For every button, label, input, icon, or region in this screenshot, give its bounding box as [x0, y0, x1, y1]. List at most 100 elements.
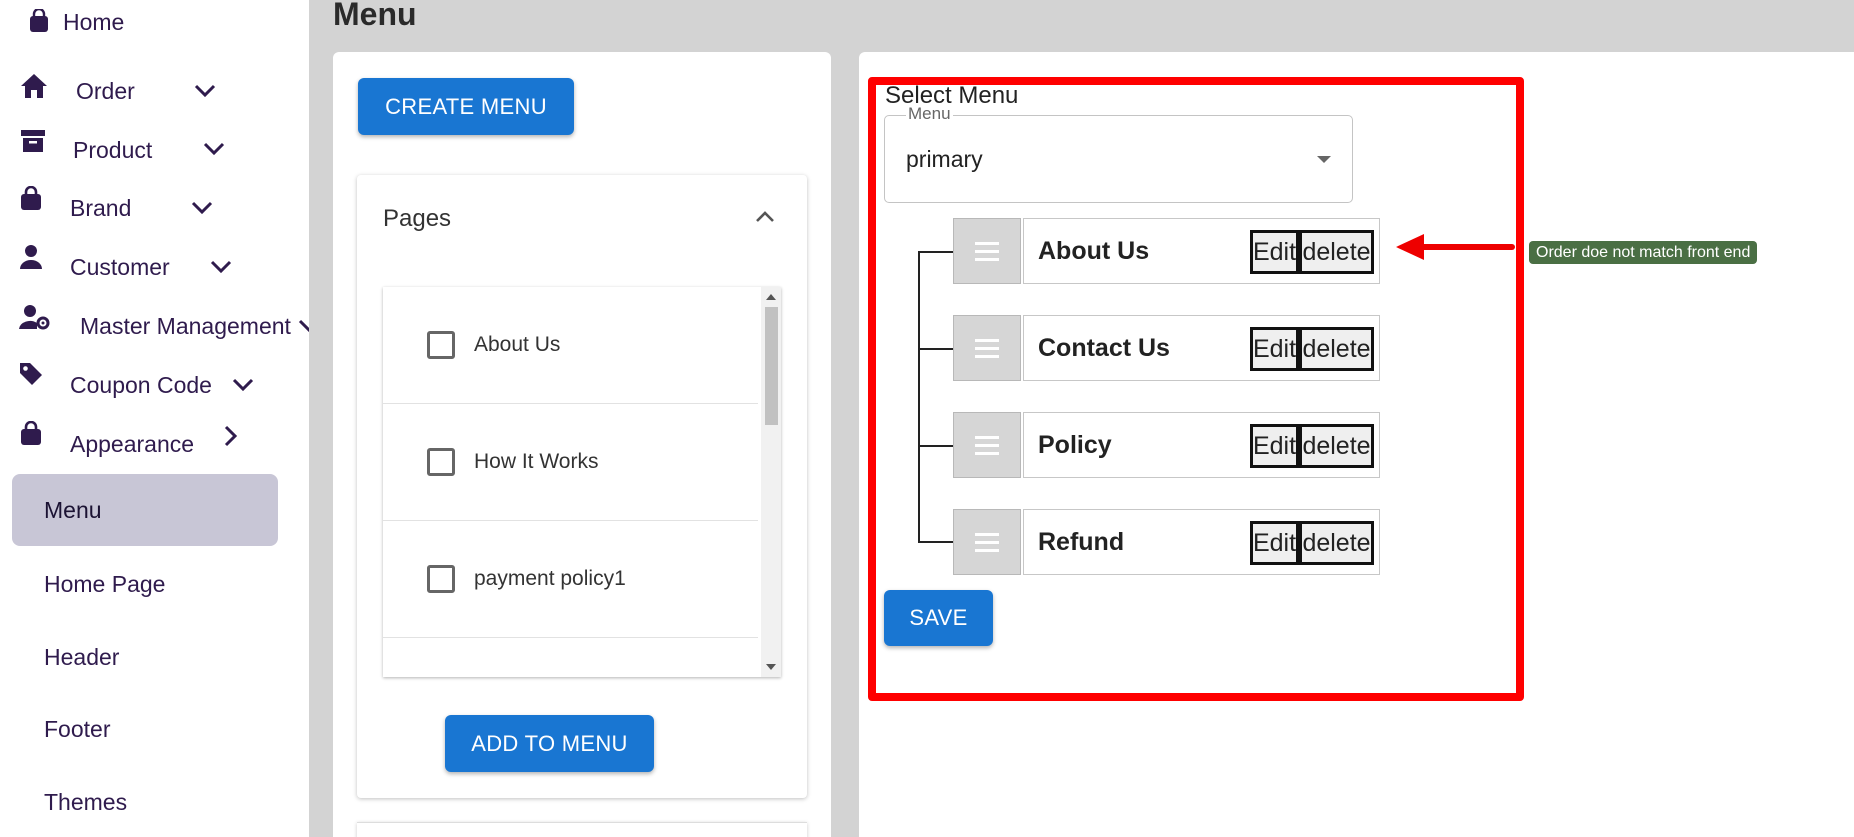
sidebar-item-customer[interactable]: Customer: [0, 245, 260, 285]
annotation-note: Order doe not match front end: [1529, 241, 1758, 264]
chevron-down-icon[interactable]: [208, 253, 234, 279]
delete-button[interactable]: delete: [1299, 230, 1374, 274]
sidebar-item-label: Order: [76, 78, 135, 104]
delete-button[interactable]: delete: [1299, 327, 1374, 371]
menu-item-name: About Us: [1038, 237, 1150, 265]
sidebar-subitem-themes[interactable]: Themes: [12, 766, 278, 837]
sidebar-item-label: Appearance: [70, 431, 195, 457]
sidebar-item-label: Customer: [70, 254, 170, 280]
tree-connector: [918, 251, 920, 543]
menu-item-name: Contact Us: [1038, 334, 1170, 362]
drag-handle-icon[interactable]: [953, 412, 1021, 478]
edit-button[interactable]: Edit: [1250, 521, 1299, 565]
menu-select-legend: Menu: [906, 104, 953, 124]
sidebar-subitem-label: Footer: [44, 715, 111, 742]
page-checkbox[interactable]: [427, 565, 455, 593]
shopping-bag-icon: [14, 417, 48, 451]
drag-handle-icon[interactable]: [953, 218, 1021, 284]
pages-card: CREATE MENU Pages About Us How It Works …: [333, 52, 831, 837]
sidebar-item-label: Brand: [70, 195, 132, 221]
user-gear-icon: [18, 300, 52, 334]
menu-select-value[interactable]: primary: [906, 146, 983, 173]
menu-item-name: Policy: [1038, 431, 1112, 459]
menu-item-body: Refund Edit delete: [1023, 509, 1380, 575]
pages-list: About Us How It Works payment policy1: [383, 287, 781, 677]
menu-tree-item: Contact Us Edit delete: [953, 315, 1380, 381]
list-item: payment policy1: [383, 521, 758, 638]
delete-button[interactable]: delete: [1299, 521, 1374, 565]
page-checkbox[interactable]: [427, 448, 455, 476]
chevron-down-icon[interactable]: [189, 194, 215, 220]
tree-connector: [918, 251, 954, 253]
page-label: About Us: [474, 333, 561, 356]
save-button[interactable]: SAVE: [884, 590, 993, 646]
tree-connector: [918, 348, 954, 350]
archive-icon: [16, 124, 50, 158]
chevron-down-icon[interactable]: [296, 312, 309, 338]
chevron-down-icon[interactable]: [230, 371, 256, 397]
shopping-bag-icon: [22, 4, 56, 38]
collapsed-accordion[interactable]: [357, 822, 807, 837]
sidebar-item-home[interactable]: Home: [0, 1, 260, 41]
scroll-down-arrow-icon[interactable]: [766, 664, 776, 670]
sidebar-item-order[interactable]: Order: [0, 69, 260, 109]
sidebar-item-label: Master Management: [80, 313, 291, 339]
pages-list-scrollbar[interactable]: [761, 287, 781, 677]
tag-icon: [14, 357, 48, 391]
edit-button[interactable]: Edit: [1250, 327, 1299, 371]
sidebar-subitem-label: Menu: [44, 496, 102, 523]
home-icon: [17, 69, 51, 103]
drag-handle-icon[interactable]: [953, 509, 1021, 575]
sidebar-item-product[interactable]: Product: [0, 127, 260, 167]
person-icon: [14, 240, 48, 274]
menu-tree-item: Policy Edit delete: [953, 412, 1380, 478]
sidebar-item-label: Coupon Code: [70, 372, 212, 398]
edit-button[interactable]: Edit: [1250, 230, 1299, 274]
sidebar-subitem-label: Header: [44, 643, 120, 670]
drag-handle-icon[interactable]: [953, 315, 1021, 381]
sidebar: Home Order Product Brand Customer Master…: [0, 0, 309, 837]
chevron-up-icon[interactable]: [751, 203, 779, 231]
edit-button[interactable]: Edit: [1250, 424, 1299, 468]
menu-item-body: Policy Edit delete: [1023, 412, 1380, 478]
tree-connector: [918, 541, 954, 543]
delete-button[interactable]: delete: [1299, 424, 1374, 468]
annotation-arrow: [1417, 244, 1515, 250]
dropdown-caret-icon[interactable]: [1317, 156, 1331, 163]
menu-item-body: Contact Us Edit delete: [1023, 315, 1380, 381]
list-item: About Us: [383, 287, 758, 404]
page-title: Menu: [333, 0, 417, 32]
chevron-down-icon[interactable]: [201, 135, 227, 161]
pages-accordion: Pages About Us How It Works payment poli…: [357, 175, 807, 798]
tree-connector: [918, 445, 954, 447]
sidebar-subitem-label: Themes: [44, 788, 128, 815]
list-item: How It Works: [383, 404, 758, 521]
sidebar-item-label: Home: [63, 9, 125, 35]
sidebar-subitem-header[interactable]: Header: [12, 621, 278, 693]
shopping-bag-icon: [14, 182, 48, 216]
chevron-right-icon[interactable]: [217, 423, 243, 449]
sidebar-subitem-label: Home Page: [44, 570, 166, 597]
page-label: payment policy1: [474, 567, 626, 590]
annotation-arrow-head-icon: [1396, 234, 1424, 260]
chevron-down-icon[interactable]: [192, 77, 218, 103]
create-menu-button[interactable]: CREATE MENU: [358, 78, 574, 135]
menu-item-body: About Us Edit delete: [1023, 218, 1380, 284]
page-checkbox[interactable]: [427, 331, 455, 359]
menu-tree-item: About Us Edit delete: [953, 218, 1380, 284]
sidebar-subitem-menu[interactable]: Menu: [12, 474, 278, 546]
add-to-menu-button[interactable]: ADD TO MENU: [445, 715, 654, 772]
page-label: How It Works: [474, 450, 599, 473]
scroll-up-arrow-icon[interactable]: [766, 294, 776, 300]
sidebar-item-appearance[interactable]: Appearance: [0, 421, 260, 461]
sidebar-item-master-management[interactable]: Master Management: [0, 304, 309, 344]
sidebar-subitem-home-page[interactable]: Home Page: [12, 548, 278, 620]
sidebar-item-label: Product: [73, 137, 153, 163]
scroll-thumb[interactable]: [765, 307, 778, 425]
menu-tree-item: Refund Edit delete: [953, 509, 1380, 575]
pages-accordion-title[interactable]: Pages: [383, 205, 451, 233]
sidebar-item-brand[interactable]: Brand: [0, 186, 260, 226]
sidebar-item-coupon-code[interactable]: Coupon Code: [0, 362, 270, 402]
sidebar-subitem-footer[interactable]: Footer: [12, 693, 278, 765]
menu-item-name: Refund: [1038, 528, 1125, 556]
